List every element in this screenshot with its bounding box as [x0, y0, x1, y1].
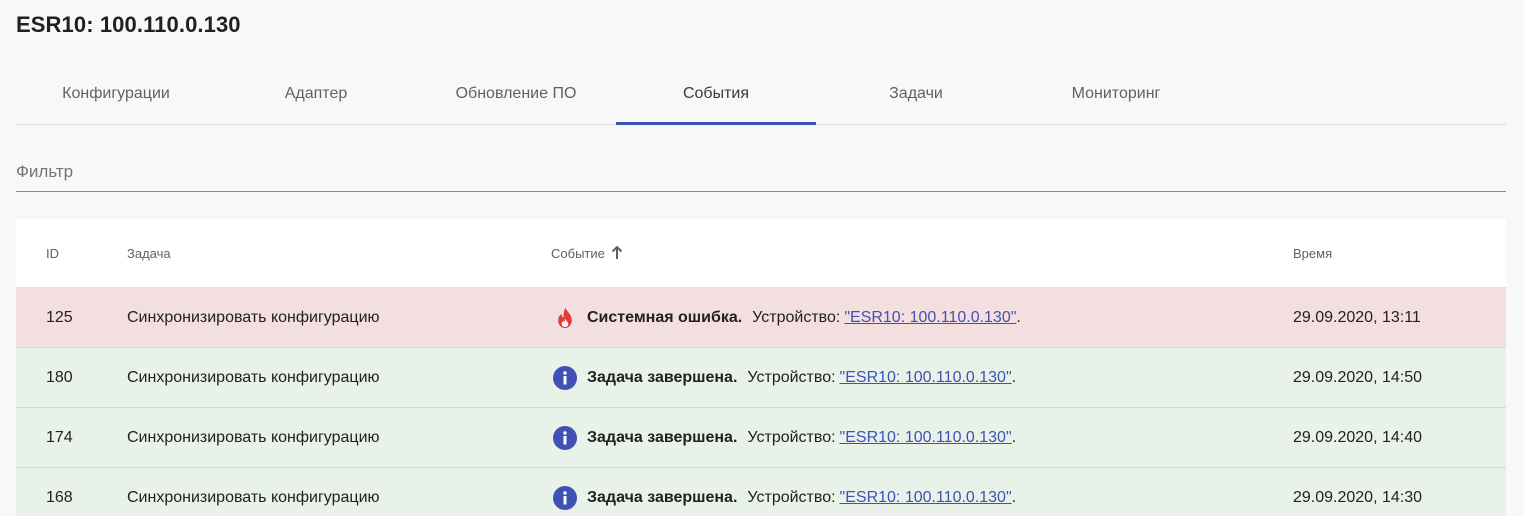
page-title: ESR10: 100.110.0.130: [16, 12, 241, 37]
arrow-up-icon[interactable]: [611, 246, 623, 260]
event-device-label: Устройство:: [752, 308, 841, 326]
cell-event: Системная ошибка. Устройство: "ESR10: 10…: [553, 288, 1021, 347]
column-header-id[interactable]: ID: [46, 219, 59, 287]
fire-icon: [558, 307, 572, 328]
cell-id: 180: [46, 368, 73, 386]
table-header: ID Задача Событие Время: [16, 219, 1506, 288]
tab-label: Конфигурации: [62, 85, 170, 102]
table-row[interactable]: 180 Синхронизировать конфигурацию Задача…: [16, 348, 1506, 408]
info-icon: [553, 485, 577, 510]
cell-event: Задача завершена. Устройство: "ESR10: 10…: [553, 468, 1016, 516]
table-row[interactable]: 168 Синхронизировать конфигурацию Задача…: [16, 468, 1506, 516]
cell-event: Задача завершена. Устройство: "ESR10: 10…: [553, 348, 1016, 407]
event-suffix: .: [1016, 308, 1021, 326]
cell-id: 168: [46, 488, 73, 506]
cell-time: 29.09.2020, 14:40: [1293, 428, 1423, 446]
event-device-label: Устройство:: [747, 368, 836, 386]
cell-task: Синхронизировать конфигурацию: [127, 428, 380, 446]
column-header-task[interactable]: Задача: [127, 219, 171, 287]
cell-id: 174: [46, 428, 73, 446]
event-title: Задача завершена.: [587, 488, 738, 506]
tab-label: События: [682, 85, 750, 102]
cell-task: Синхронизировать конфигурацию: [127, 308, 380, 326]
column-header-time[interactable]: Время: [1293, 219, 1332, 287]
device-link[interactable]: "ESR10: 100.110.0.130": [844, 309, 1016, 327]
device-link[interactable]: "ESR10: 100.110.0.130": [840, 369, 1012, 387]
event-suffix: .: [1011, 368, 1017, 386]
cell-task: Синхронизировать конфигурацию: [127, 488, 380, 506]
tab-configurations[interactable]: Конфигурации: [16, 64, 216, 124]
event-title: Системная ошибка.: [587, 308, 743, 326]
tab-tasks[interactable]: Задачи: [816, 64, 1016, 124]
event-title: Задача завершена.: [587, 428, 738, 446]
cell-time: 29.09.2020, 14:30: [1293, 488, 1423, 506]
table-row[interactable]: 125 Синхронизировать конфигурацию Систем…: [16, 288, 1506, 348]
tab-firmware-update[interactable]: Обновление ПО: [416, 64, 616, 124]
tab-label: Мониторинг: [1071, 85, 1161, 102]
filter-field: [16, 150, 1506, 192]
filter-input[interactable]: [16, 158, 1506, 186]
device-link[interactable]: "ESR10: 100.110.0.130": [840, 429, 1012, 447]
tab-bar: Конфигурации Адаптер Обновление ПО Событ…: [16, 64, 1506, 125]
cell-event: Задача завершена. Устройство: "ESR10: 10…: [553, 408, 1016, 467]
device-link[interactable]: "ESR10: 100.110.0.130": [840, 489, 1012, 507]
tab-label: Адаптер: [284, 85, 348, 102]
cell-id: 125: [46, 308, 73, 326]
info-icon: [553, 365, 577, 390]
tab-label: Обновление ПО: [455, 85, 577, 102]
event-title: Задача завершена.: [587, 368, 738, 386]
event-device-label: Устройство:: [747, 488, 836, 506]
info-icon: [553, 425, 577, 450]
column-header-event[interactable]: Событие: [551, 219, 623, 287]
tab-label: Задачи: [889, 85, 943, 102]
events-table: ID Задача Событие Время 125 Синхронизиро…: [16, 219, 1506, 516]
tab-events[interactable]: События: [616, 64, 816, 125]
cell-time: 29.09.2020, 14:50: [1293, 368, 1423, 386]
event-suffix: .: [1011, 428, 1017, 446]
tab-adapter[interactable]: Адаптер: [216, 64, 416, 124]
event-suffix: .: [1011, 488, 1017, 506]
table-row[interactable]: 174 Синхронизировать конфигурацию Задача…: [16, 408, 1506, 468]
event-device-label: Устройство:: [747, 428, 836, 446]
cell-task: Синхронизировать конфигурацию: [127, 368, 380, 386]
cell-time: 29.09.2020, 13:11: [1293, 308, 1421, 326]
tab-monitoring[interactable]: Мониторинг: [1016, 64, 1216, 124]
